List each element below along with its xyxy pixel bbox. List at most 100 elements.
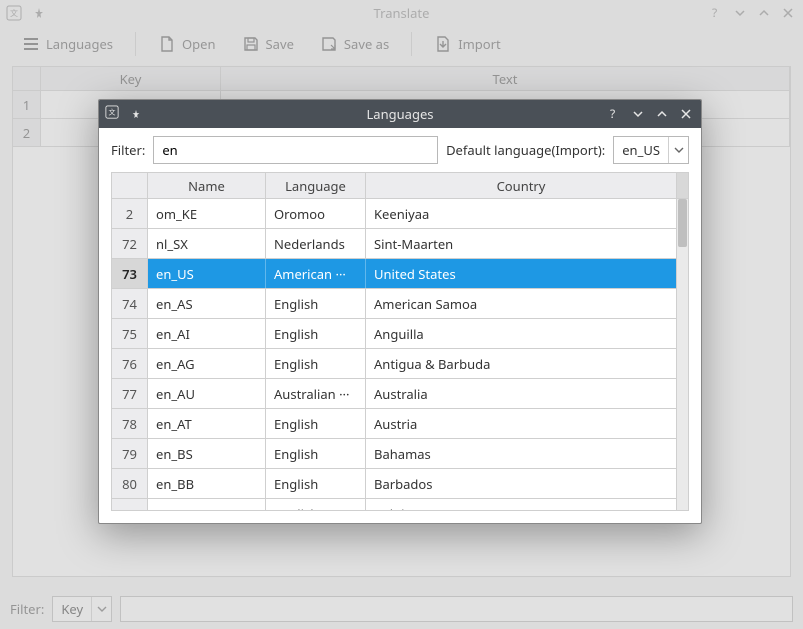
language-row[interactable]: 76en_AGEnglishAntigua & Barbuda bbox=[112, 349, 688, 379]
svg-text:?: ? bbox=[712, 6, 717, 20]
language-row[interactable]: 79en_BSEnglishBahamas bbox=[112, 439, 688, 469]
save-label: Save bbox=[266, 35, 294, 53]
minimize-icon[interactable] bbox=[731, 4, 749, 22]
import-label: Import bbox=[458, 35, 500, 53]
row-number: 72 bbox=[112, 229, 148, 258]
close-icon[interactable] bbox=[677, 105, 695, 123]
save-as-button[interactable]: Save as bbox=[314, 31, 395, 57]
pin-icon[interactable] bbox=[127, 105, 145, 123]
open-button[interactable]: Open bbox=[152, 31, 222, 57]
cell-country: Australia bbox=[366, 379, 676, 408]
pin-icon[interactable] bbox=[30, 4, 48, 22]
cell-name: en_AG bbox=[148, 349, 266, 378]
column-header-country[interactable]: Country bbox=[366, 173, 676, 198]
column-header-name[interactable]: Name bbox=[148, 173, 266, 198]
language-row[interactable]: 72nl_SXNederlandsSint-Maarten bbox=[112, 229, 688, 259]
cell-country: Sint-Maarten bbox=[366, 229, 676, 258]
filter-combo-value: Key bbox=[53, 600, 91, 618]
save-icon bbox=[242, 35, 260, 53]
grid-corner bbox=[13, 67, 41, 90]
row-number: 80 bbox=[112, 469, 148, 498]
open-label: Open bbox=[182, 35, 216, 53]
row-number: 75 bbox=[112, 319, 148, 348]
translate-icon: 文 bbox=[105, 105, 119, 123]
cell-country: Bahamas bbox=[366, 439, 676, 468]
filter-text-input[interactable] bbox=[120, 596, 793, 622]
cell-language: English bbox=[266, 439, 366, 468]
language-row[interactable]: 81en_BEEnglishBelgium bbox=[112, 499, 688, 510]
row-number: 81 bbox=[112, 499, 148, 510]
main-title: Translate bbox=[0, 4, 803, 22]
cell-language: English bbox=[266, 319, 366, 348]
vertical-scrollbar[interactable] bbox=[676, 199, 688, 510]
row-number: 77 bbox=[112, 379, 148, 408]
filter-label: Filter: bbox=[10, 600, 44, 618]
main-titlebar: 文 Translate ? bbox=[0, 0, 803, 26]
column-header-index[interactable] bbox=[112, 173, 148, 198]
svg-text:文: 文 bbox=[10, 8, 18, 19]
chevron-down-icon bbox=[668, 137, 688, 163]
languages-table-header: Name Language Country bbox=[112, 173, 688, 199]
cell-country: Antigua & Barbuda bbox=[366, 349, 676, 378]
cell-name: en_AT bbox=[148, 409, 266, 438]
cell-country: Belgium bbox=[366, 499, 676, 510]
language-row[interactable]: 77en_AUAustralian ···Australia bbox=[112, 379, 688, 409]
row-number: 73 bbox=[112, 259, 148, 288]
language-row[interactable]: 74en_ASEnglishAmerican Samoa bbox=[112, 289, 688, 319]
dialog-filter-input[interactable] bbox=[153, 136, 438, 164]
cell-language: English bbox=[266, 349, 366, 378]
maximize-icon[interactable] bbox=[755, 4, 773, 22]
languages-label: Languages bbox=[46, 35, 113, 53]
language-row[interactable]: 73en_USAmerican ···United States bbox=[112, 259, 688, 289]
cell-name: en_AS bbox=[148, 289, 266, 318]
grid-header: Key Text bbox=[13, 67, 790, 91]
languages-dialog: 文 Languages ? Filter: Default language(I bbox=[98, 99, 702, 524]
dialog-filter-label: Filter: bbox=[111, 141, 145, 159]
cell-country: American Samoa bbox=[366, 289, 676, 318]
language-row[interactable]: 2om_KEOromooKeeniyaa bbox=[112, 199, 688, 229]
row-number: 79 bbox=[112, 439, 148, 468]
maximize-icon[interactable] bbox=[653, 105, 671, 123]
scrollbar-thumb[interactable] bbox=[678, 199, 687, 247]
row-number: 2 bbox=[112, 199, 148, 228]
file-open-icon bbox=[158, 35, 176, 53]
column-header-language[interactable]: Language bbox=[266, 173, 366, 198]
default-language-combo[interactable]: en_US bbox=[613, 136, 689, 164]
import-icon bbox=[434, 35, 452, 53]
hamburger-icon bbox=[22, 35, 40, 53]
chevron-down-icon bbox=[91, 597, 111, 621]
column-header-key[interactable]: Key bbox=[41, 67, 221, 90]
help-icon[interactable]: ? bbox=[605, 105, 623, 123]
dialog-titlebar[interactable]: 文 Languages ? bbox=[99, 100, 701, 128]
close-icon[interactable] bbox=[779, 4, 797, 22]
language-row[interactable]: 78en_ATEnglishAustria bbox=[112, 409, 688, 439]
cell-country: Austria bbox=[366, 409, 676, 438]
cell-name: en_BB bbox=[148, 469, 266, 498]
svg-text:文: 文 bbox=[109, 108, 116, 118]
column-header-text[interactable]: Text bbox=[221, 67, 790, 90]
import-button[interactable]: Import bbox=[428, 31, 506, 57]
cell-country: Anguilla bbox=[366, 319, 676, 348]
help-icon[interactable]: ? bbox=[707, 4, 725, 22]
cell-language: Oromoo bbox=[266, 199, 366, 228]
row-number: 74 bbox=[112, 289, 148, 318]
dialog-filter-row: Filter: Default language(Import): en_US bbox=[99, 128, 701, 172]
row-number: 78 bbox=[112, 409, 148, 438]
default-language-label: Default language(Import): bbox=[446, 141, 605, 159]
svg-text:?: ? bbox=[610, 107, 615, 121]
languages-button[interactable]: Languages bbox=[16, 31, 119, 57]
row-number: 1 bbox=[13, 91, 41, 118]
language-row[interactable]: 75en_AIEnglishAnguilla bbox=[112, 319, 688, 349]
default-language-value: en_US bbox=[614, 141, 668, 159]
cell-language: Australian ··· bbox=[266, 379, 366, 408]
save-button[interactable]: Save bbox=[236, 31, 300, 57]
cell-name: en_AI bbox=[148, 319, 266, 348]
main-toolbar: Languages Open Save Save as Import bbox=[0, 26, 803, 62]
languages-table-body: 2om_KEOromooKeeniyaa72nl_SXNederlandsSin… bbox=[112, 199, 688, 510]
cell-name: om_KE bbox=[148, 199, 266, 228]
language-row[interactable]: 80en_BBEnglishBarbados bbox=[112, 469, 688, 499]
minimize-icon[interactable] bbox=[629, 105, 647, 123]
filter-field-combo[interactable]: Key bbox=[52, 596, 112, 622]
save-as-label: Save as bbox=[344, 35, 389, 53]
cell-country: Keeniyaa bbox=[366, 199, 676, 228]
